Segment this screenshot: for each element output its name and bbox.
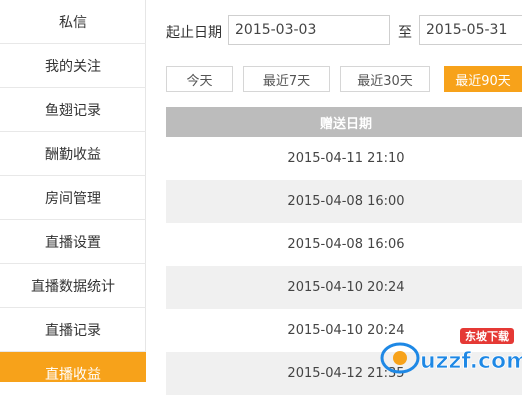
sidebar-item-live-earnings[interactable]: 直播收益: [0, 352, 146, 383]
sidebar-item-live-records[interactable]: 直播记录: [0, 308, 146, 352]
sidebar-item-label: 我的关注: [45, 58, 101, 75]
today-button[interactable]: 今天: [166, 66, 233, 92]
sidebar-item-diligence-earnings[interactable]: 酬勤收益: [0, 132, 146, 176]
sidebar-item-label: 鱼翅记录: [45, 102, 101, 119]
date-range-to-label: 至: [398, 25, 412, 41]
last-30-days-button[interactable]: 最近30天: [340, 66, 430, 92]
date-range-label: 起止日期: [166, 25, 222, 41]
table-cell-date: 2015-04-08 16:06: [287, 237, 405, 252]
today-button-label: 今天: [186, 73, 213, 89]
watermark-brand-text: uzzf.com: [420, 349, 522, 374]
sidebar-item-live-stats[interactable]: 直播数据统计: [0, 264, 146, 308]
last-7-days-label: 最近7天: [262, 73, 311, 89]
sidebar-item-messages[interactable]: 私信: [0, 0, 146, 44]
end-date-value: 2015-05-31: [426, 22, 508, 38]
sidebar-item-label: 直播记录: [45, 322, 101, 339]
sidebar-item-label: 私信: [59, 14, 87, 31]
sidebar-item-label: 酬勤收益: [45, 146, 101, 163]
sidebar-item-shark-fin-records[interactable]: 鱼翅记录: [0, 88, 146, 132]
sidebar-item-room-management[interactable]: 房间管理: [0, 176, 146, 220]
sidebar-item-label: 直播设置: [45, 234, 101, 251]
table-header-label: 赠送日期: [319, 116, 372, 132]
table-row: 2015-04-08 16:00: [166, 180, 522, 223]
watermark-dot-icon: [393, 351, 407, 365]
table-cell-date: 2015-04-08 16:00: [287, 194, 405, 209]
table-row: 2015-04-08 16:06: [166, 223, 522, 266]
last-30-days-label: 最近30天: [357, 73, 413, 89]
watermark-cn-text: 东坡下载: [465, 329, 509, 343]
table-row: 2015-04-10 20:24: [166, 266, 522, 309]
sidebar-item-follows[interactable]: 我的关注: [0, 44, 146, 88]
table-header-gift-date: 赠送日期: [166, 107, 522, 137]
site-watermark-logo: 东坡下载 uzzf.com: [380, 328, 522, 374]
table-cell-date: 2015-04-11 21:10: [287, 151, 405, 166]
table-cell-date: 2015-04-10 20:24: [287, 280, 405, 295]
start-date-value: 2015-03-03: [235, 22, 317, 38]
last-7-days-button[interactable]: 最近7天: [243, 66, 330, 92]
sidebar-item-label: 直播数据统计: [31, 278, 115, 295]
last-90-days-label: 最近90天: [455, 73, 511, 89]
start-date-field[interactable]: 2015-03-03: [228, 15, 390, 45]
table-row: 2015-04-11 21:10: [166, 137, 522, 180]
last-90-days-button[interactable]: 最近90天: [444, 66, 522, 92]
sidebar-item-label: 直播收益: [45, 367, 101, 383]
sidebar: 私信 我的关注 鱼翅记录 酬勤收益 房间管理 直播设置 直播数据统计 直播记录 …: [0, 0, 146, 383]
end-date-field[interactable]: 2015-05-31: [419, 15, 522, 45]
sidebar-item-label: 房间管理: [45, 190, 101, 207]
sidebar-item-live-settings[interactable]: 直播设置: [0, 220, 146, 264]
